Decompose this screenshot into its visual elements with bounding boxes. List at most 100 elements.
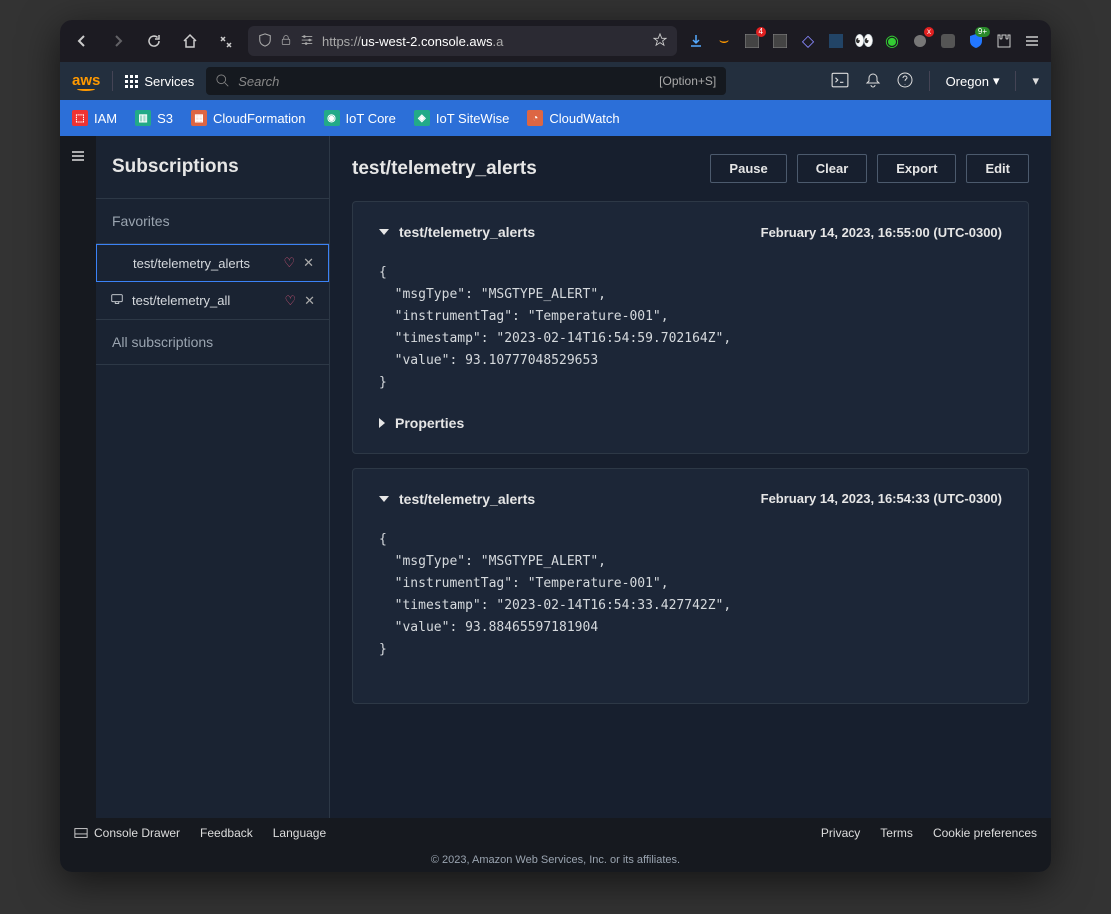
url-bar[interactable]: https://us-west-2.console.aws.a [248, 26, 677, 56]
clear-button[interactable]: Clear [797, 154, 868, 183]
star-icon[interactable] [653, 33, 667, 50]
search-icon [216, 74, 230, 88]
sidebar-all-subscriptions[interactable]: All subscriptions [96, 320, 329, 365]
fav-label: CloudFormation [213, 111, 306, 126]
pause-button[interactable]: Pause [710, 154, 786, 183]
ext8-icon[interactable] [937, 30, 959, 52]
message-topic: test/telemetry_alerts [399, 224, 751, 240]
nav-toggle[interactable] [60, 136, 96, 818]
message-card: test/telemetry_alerts February 14, 2023,… [352, 468, 1029, 705]
badge: 4 [756, 27, 766, 37]
language-link[interactable]: Language [273, 826, 326, 840]
download-icon[interactable] [685, 30, 707, 52]
ext7-icon[interactable]: x [909, 30, 931, 52]
services-label: Services [144, 74, 194, 89]
fav-iam[interactable]: ⬚IAM [72, 110, 117, 126]
fav-cloudformation[interactable]: ▦ CloudFormation [191, 110, 306, 126]
export-button[interactable]: Export [877, 154, 956, 183]
heart-icon[interactable]: ♡ [283, 255, 295, 271]
message-body: { "msgType": "MSGTYPE_ALERT", "instrumen… [379, 529, 1002, 662]
tune-icon [300, 33, 314, 50]
sidebar-item-telemetry-alerts[interactable]: test/telemetry_alerts ♡ ✕ [96, 244, 329, 282]
edit-button[interactable]: Edit [966, 154, 1029, 183]
content-header: test/telemetry_alerts Pause Clear Export… [330, 136, 1051, 201]
search-shortcut: [Option+S] [659, 74, 716, 88]
sidebar-item-label: test/telemetry_all [132, 293, 276, 308]
message-timestamp: February 14, 2023, 16:54:33 (UTC-0300) [761, 491, 1002, 506]
main-content: Subscriptions Favorites test/telemetry_a… [60, 136, 1051, 818]
browser-toolbar: https://us-west-2.console.aws.a ⌣ 4 ◇ 👀 … [60, 20, 1051, 62]
topic-icon [110, 292, 124, 309]
fav-label: IoT Core [346, 111, 396, 126]
sidebar-item-telemetry-all[interactable]: test/telemetry_all ♡ ✕ [96, 282, 329, 320]
menu-icon[interactable] [1021, 30, 1043, 52]
aws-favorites-bar: ⬚IAM ▥ S3 ▦ CloudFormation ◉IoT Core ◈ IoT … [60, 100, 1051, 136]
footer: Console Drawer Feedback Language Privacy… [60, 818, 1051, 848]
cloudformation-icon: ▦ [191, 110, 207, 126]
ext2-icon[interactable] [769, 30, 791, 52]
caret-down-icon[interactable] [379, 496, 389, 502]
ext4-icon[interactable] [825, 30, 847, 52]
message-timestamp: February 14, 2023, 16:55:00 (UTC-0300) [761, 225, 1002, 240]
close-icon[interactable]: ✕ [303, 255, 314, 271]
aws-header: aws Services Search [Option+S] Oregon▾ ▾ [60, 62, 1051, 100]
bell-icon[interactable] [865, 72, 881, 91]
forward-button[interactable] [104, 27, 132, 55]
copyright: © 2023, Amazon Web Services, Inc. or its… [60, 848, 1051, 872]
message-body: { "msgType": "MSGTYPE_ALERT", "instrumen… [379, 262, 1002, 395]
cloudshell-icon[interactable] [831, 71, 849, 92]
ext5-icon[interactable]: 👀 [853, 30, 875, 52]
sidebar-favorites-header: Favorites [96, 199, 329, 244]
ext9-icon[interactable]: 9+ [965, 30, 987, 52]
lock-icon [280, 34, 292, 49]
footer-label: Console Drawer [94, 826, 180, 840]
badge: x [924, 27, 934, 37]
home-button[interactable] [176, 27, 204, 55]
search-placeholder: Search [238, 74, 279, 89]
back-button[interactable] [68, 27, 96, 55]
fav-cloudwatch[interactable]: ◔CloudWatch [527, 110, 619, 126]
region-selector[interactable]: Oregon▾ [946, 73, 1000, 89]
badge: 9+ [975, 27, 990, 37]
fav-label: S3 [157, 111, 173, 126]
s3-icon: ▥ [135, 110, 151, 126]
ext6-icon[interactable]: ◉ [881, 30, 903, 52]
content-panel: test/telemetry_alerts Pause Clear Export… [330, 136, 1051, 818]
terms-link[interactable]: Terms [880, 826, 913, 840]
message-topic: test/telemetry_alerts [399, 491, 751, 507]
cookie-link[interactable]: Cookie preferences [933, 826, 1037, 840]
fav-label: CloudWatch [549, 111, 619, 126]
sidebar-item-label: test/telemetry_alerts [133, 256, 275, 271]
privacy-link[interactable]: Privacy [821, 826, 860, 840]
caret-down-icon[interactable] [379, 229, 389, 235]
ext3-icon[interactable]: ◇ [797, 30, 819, 52]
fav-iot-core[interactable]: ◉IoT Core [324, 110, 396, 126]
feedback-link[interactable]: Feedback [200, 826, 253, 840]
console-drawer-toggle[interactable]: Console Drawer [74, 826, 180, 840]
properties-label: Properties [395, 415, 464, 431]
app-window: https://us-west-2.console.aws.a ⌣ 4 ◇ 👀 … [60, 20, 1051, 872]
help-icon[interactable] [897, 72, 913, 91]
fav-iot-sitewise[interactable]: ◈ IoT SiteWise [414, 110, 509, 126]
message-card: test/telemetry_alerts February 14, 2023,… [352, 201, 1029, 454]
iam-icon: ⬚ [72, 110, 88, 126]
fav-label: IoT SiteWise [436, 111, 509, 126]
url-text: https://us-west-2.console.aws.a [322, 34, 645, 49]
sitewise-icon: ◈ [414, 110, 430, 126]
chevron-down-icon: ▾ [993, 73, 1000, 89]
close-icon[interactable]: ✕ [304, 293, 315, 309]
ext1-icon[interactable]: 4 [741, 30, 763, 52]
sidebar-title: Subscriptions [96, 136, 329, 199]
account-menu[interactable]: ▾ [1032, 73, 1039, 89]
extensions-area: ⌣ 4 ◇ 👀 ◉ x 9+ [685, 30, 1043, 52]
aws-logo[interactable]: aws [72, 72, 100, 91]
fav-s3[interactable]: ▥ S3 [135, 110, 173, 126]
properties-toggle[interactable]: Properties [379, 415, 1002, 431]
services-menu[interactable]: Services [125, 74, 194, 89]
reload-button[interactable] [140, 27, 168, 55]
addons-icon[interactable] [993, 30, 1015, 52]
aws-search[interactable]: Search [Option+S] [206, 67, 726, 95]
heart-icon[interactable]: ♡ [284, 293, 296, 309]
tools-icon[interactable] [212, 27, 240, 55]
amazon-ext-icon[interactable]: ⌣ [713, 30, 735, 52]
